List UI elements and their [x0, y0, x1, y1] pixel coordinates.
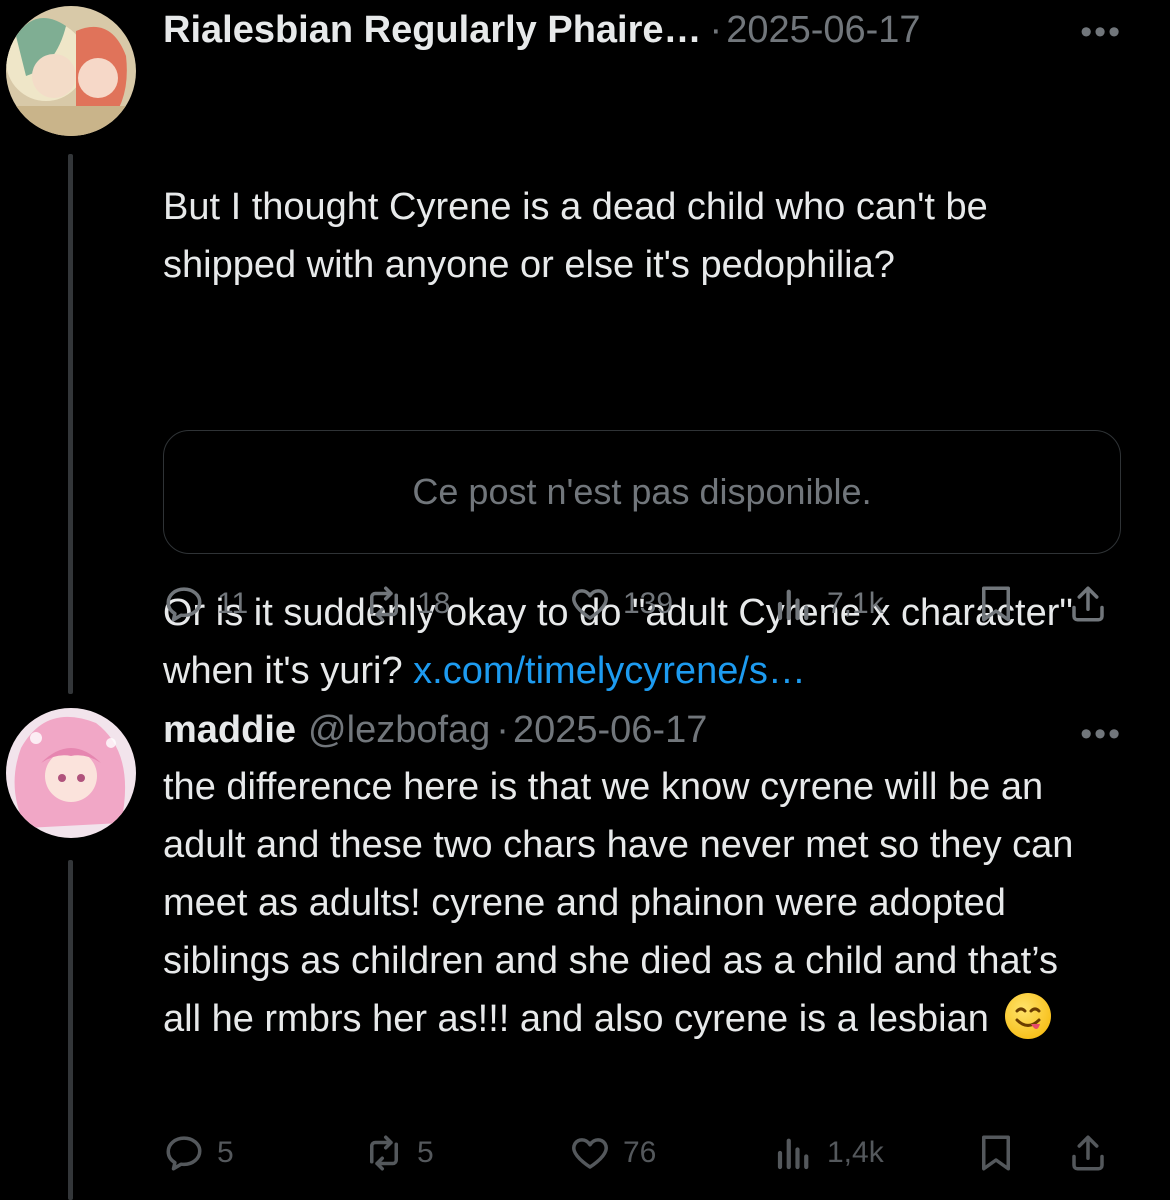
thread-line	[68, 860, 73, 1200]
tweet-text: the difference here is that we know cyre…	[163, 758, 1103, 1048]
like-button[interactable]: 76	[569, 1132, 656, 1174]
views-icon	[777, 589, 809, 621]
author-name[interactable]: maddie	[163, 706, 296, 754]
author-handle[interactable]: @lezbofag	[308, 706, 490, 754]
views-icon	[777, 1138, 809, 1170]
reply-button[interactable]: 5	[163, 1132, 234, 1174]
share-button[interactable]	[1067, 583, 1121, 625]
repost-count: 18	[417, 587, 451, 620]
bookmark-icon	[982, 586, 1010, 622]
share-icon	[1072, 586, 1104, 622]
like-button[interactable]: 139	[569, 583, 673, 625]
like-count: 139	[623, 587, 674, 620]
author-name[interactable]: Rialesbian Regularly Phaire…	[163, 6, 702, 54]
bookmark-button[interactable]	[975, 1132, 1029, 1174]
heart-icon	[572, 1138, 608, 1169]
post-date[interactable]: 2025-06-17	[513, 706, 707, 754]
heart-icon	[572, 589, 608, 620]
views-count: 1,4k	[827, 1136, 884, 1169]
more-options-icon[interactable]: •••	[1080, 714, 1122, 754]
tweet-actions: 5 5 76 1,4k	[163, 1132, 1122, 1182]
reply-count: 5	[217, 1136, 234, 1169]
tweet-actions: 11 18 139 7,1k	[163, 583, 1122, 633]
more-options-icon[interactable]: •••	[1080, 12, 1122, 52]
reply-count: 11	[217, 587, 249, 620]
tweet-text-paragraph-1: But I thought Cyrene is a dead child who…	[163, 186, 999, 286]
separator: ·	[709, 9, 723, 51]
reply-icon	[166, 1136, 202, 1171]
tweet-header: maddie @lezbofag · 2025-06-17	[163, 706, 1122, 754]
thread-line	[68, 154, 73, 694]
repost-button[interactable]: 5	[363, 1132, 434, 1174]
quote-unavailable-text: Ce post n'est pas disponible.	[412, 471, 872, 512]
tweet-text-body: the difference here is that we know cyre…	[163, 766, 1084, 1040]
reply-button[interactable]: 11	[163, 583, 248, 625]
savoring-food-emoji	[1005, 993, 1052, 1039]
views-button[interactable]: 1,4k	[773, 1132, 884, 1174]
tweet-link[interactable]: x.com/timelycyrene/s…	[413, 650, 806, 692]
views-count: 7,1k	[827, 587, 884, 620]
share-button[interactable]	[1067, 1132, 1121, 1174]
views-button[interactable]: 7,1k	[773, 583, 884, 625]
repost-icon	[370, 586, 398, 622]
quote-unavailable-card[interactable]: Ce post n'est pas disponible.	[163, 430, 1121, 554]
share-icon	[1072, 1135, 1104, 1171]
avatar[interactable]	[6, 6, 136, 136]
avatar[interactable]	[6, 708, 136, 838]
repost-icon	[370, 1135, 398, 1171]
like-count: 76	[623, 1136, 657, 1169]
post-date[interactable]: 2025-06-17	[726, 6, 920, 54]
separator: ·	[496, 709, 509, 751]
bookmark-button[interactable]	[975, 583, 1029, 625]
tweet-header: Rialesbian Regularly Phaire… · 2025-06-1…	[163, 6, 1122, 54]
reply-icon	[166, 587, 202, 622]
repost-button[interactable]: 18	[363, 583, 450, 625]
bookmark-icon	[982, 1135, 1010, 1171]
repost-count: 5	[417, 1136, 434, 1169]
